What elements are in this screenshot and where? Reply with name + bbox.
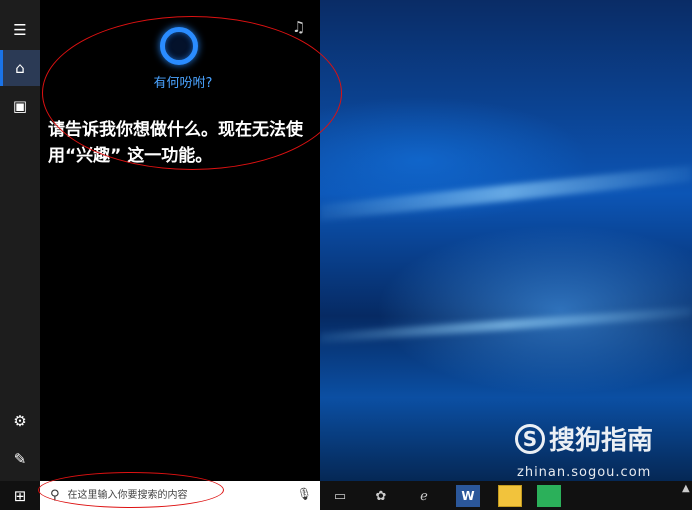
app-icon: ✿: [375, 488, 387, 504]
home-icon: ⌂: [15, 59, 25, 77]
home-button[interactable]: ⌂: [0, 50, 40, 86]
settings-button[interactable]: ⚙: [0, 403, 40, 439]
music-note-icon[interactable]: ♫: [292, 18, 305, 36]
hamburger-menu-button[interactable]: ☰: [0, 12, 40, 48]
notebook-button[interactable]: ▣: [0, 88, 40, 124]
watermark-brand: 搜狗指南: [549, 426, 654, 456]
windows-icon: ⊞: [13, 486, 27, 505]
sogou-s-icon: S: [515, 423, 545, 454]
taskbar-app-button-2[interactable]: [537, 485, 561, 507]
edge-button[interactable]: ℯ: [412, 485, 436, 507]
cortana-left-rail: ☰ ⌂ ▣ ⚙ ✎: [0, 0, 40, 481]
feedback-icon: ✎: [13, 450, 27, 468]
task-view-icon: ▭: [333, 488, 347, 504]
task-view-button[interactable]: ▭: [328, 485, 352, 507]
annotation-ellipse: [42, 16, 342, 170]
notebook-icon: ▣: [12, 97, 28, 115]
word-icon: W: [461, 489, 475, 503]
start-button[interactable]: ⊞: [0, 481, 40, 510]
light-beam: [320, 306, 692, 344]
settings-icon: ⚙: [13, 412, 27, 430]
taskbar-app-button[interactable]: ✿: [369, 485, 393, 507]
watermark-logo: S 搜狗指南: [515, 420, 653, 457]
mic-icon[interactable]: 🎙: [297, 487, 312, 501]
hamburger-icon: ☰: [13, 21, 27, 39]
edge-icon: ℯ: [420, 488, 428, 504]
file-explorer-button[interactable]: [498, 485, 522, 507]
light-beam: [320, 165, 692, 221]
feedback-button[interactable]: ✎: [0, 441, 40, 477]
watermark-url: zhinan.sogou.com: [517, 465, 652, 480]
chevron-up-icon[interactable]: ▲: [682, 483, 690, 494]
annotation-ellipse: [38, 472, 224, 508]
word-button[interactable]: W: [456, 485, 480, 507]
